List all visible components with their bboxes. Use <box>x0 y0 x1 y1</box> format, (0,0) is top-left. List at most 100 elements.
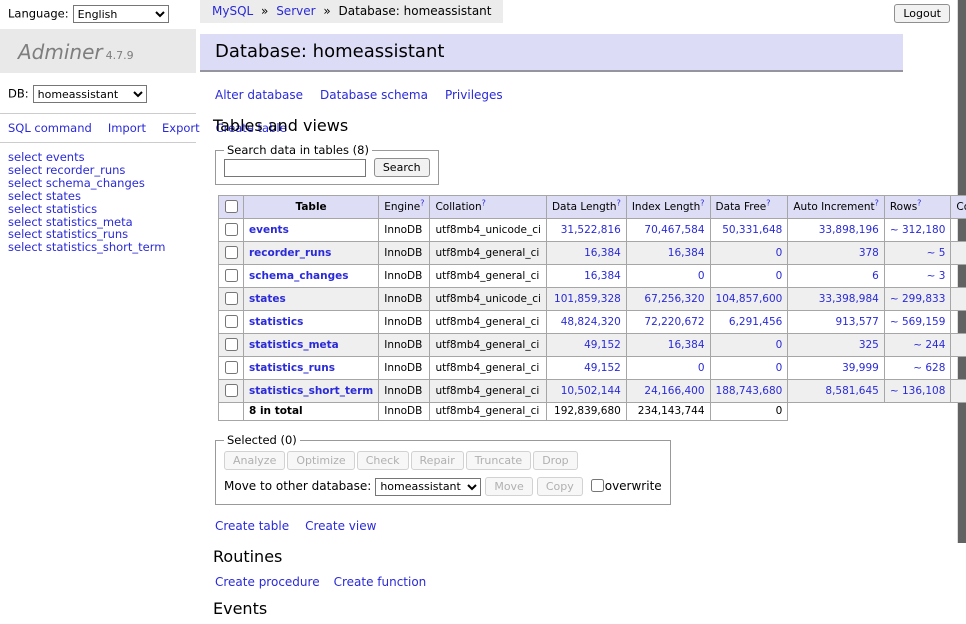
rows-link[interactable]: ~ 299,833 <box>890 293 946 305</box>
sidebar-action-link[interactable]: Import <box>108 121 146 135</box>
optimize-button[interactable]: Optimize <box>287 451 354 470</box>
sidebar-table-link[interactable]: statistics_meta <box>46 215 133 229</box>
auto-increment-link[interactable]: 33,398,984 <box>819 293 879 305</box>
search-input[interactable] <box>224 159 366 177</box>
index-length-link[interactable]: 0 <box>698 270 705 282</box>
move-database-select[interactable]: homeassistant <box>375 478 481 496</box>
auto-increment-link[interactable]: 913,577 <box>835 316 878 328</box>
move-button[interactable]: Move <box>485 477 533 496</box>
rows-link[interactable]: ~ 5 <box>927 247 946 259</box>
sidebar-table-link[interactable]: statistics_short_term <box>46 240 166 254</box>
row-checkbox[interactable] <box>225 223 238 236</box>
data-free-link[interactable]: 0 <box>776 362 783 374</box>
create-link[interactable]: Create view <box>305 519 376 533</box>
table-name-link[interactable]: states <box>249 293 286 305</box>
table-name-link[interactable]: events <box>249 224 289 236</box>
table-name-link[interactable]: recorder_runs <box>249 247 331 259</box>
database-action-link[interactable]: Privileges <box>445 88 503 102</box>
row-checkbox[interactable] <box>225 269 238 282</box>
data-free-link[interactable]: 0 <box>776 270 783 282</box>
auto-increment-link[interactable]: 378 <box>859 247 879 259</box>
help-link[interactable]: ? <box>766 198 770 207</box>
data-length-link[interactable]: 48,824,320 <box>561 316 621 328</box>
auto-increment-link[interactable]: 8,581,645 <box>825 385 878 397</box>
select-link[interactable]: select <box>8 176 42 190</box>
data-free-link[interactable]: 0 <box>776 247 783 259</box>
table-name-link[interactable]: statistics_runs <box>249 362 335 374</box>
data-free-link[interactable]: 0 <box>776 339 783 351</box>
select-all-checkbox[interactable] <box>225 200 238 213</box>
db-select[interactable]: homeassistant <box>33 85 147 103</box>
index-length-link[interactable]: 0 <box>698 362 705 374</box>
drop-button[interactable]: Drop <box>533 451 577 470</box>
app-name[interactable]: Adminer <box>18 40 103 64</box>
row-checkbox[interactable] <box>225 338 238 351</box>
data-free-link[interactable]: 188,743,680 <box>716 385 783 397</box>
select-link[interactable]: select <box>8 150 42 164</box>
row-checkbox[interactable] <box>225 246 238 259</box>
rows-link[interactable]: ~ 244 <box>913 339 945 351</box>
data-free-link[interactable]: 50,331,648 <box>722 224 782 236</box>
auto-increment-link[interactable]: 33,898,196 <box>819 224 879 236</box>
select-link[interactable]: select <box>8 189 42 203</box>
data-length-link[interactable]: 101,859,328 <box>554 293 621 305</box>
select-link[interactable]: select <box>8 227 42 241</box>
sidebar-table-link[interactable]: states <box>46 189 81 203</box>
rows-link[interactable]: ~ 312,180 <box>890 224 946 236</box>
create-link[interactable]: Create table <box>215 519 289 533</box>
row-checkbox[interactable] <box>225 292 238 305</box>
data-length-link[interactable]: 31,522,816 <box>561 224 621 236</box>
index-length-link[interactable]: 24,166,400 <box>644 385 704 397</box>
auto-increment-link[interactable]: 6 <box>872 270 879 282</box>
rows-link[interactable]: ~ 569,159 <box>890 316 946 328</box>
index-length-link[interactable]: 72,220,672 <box>644 316 704 328</box>
index-length-link[interactable]: 67,256,320 <box>644 293 704 305</box>
overwrite-checkbox[interactable] <box>591 479 604 492</box>
help-link[interactable]: ? <box>617 198 621 207</box>
auto-increment-link[interactable]: 39,999 <box>842 362 879 374</box>
select-link[interactable]: select <box>8 215 42 229</box>
check-button[interactable]: Check <box>357 451 409 470</box>
sidebar-action-link[interactable]: SQL command <box>8 121 92 135</box>
row-checkbox[interactable] <box>225 315 238 328</box>
copy-button[interactable]: Copy <box>537 477 583 496</box>
select-link[interactable]: select <box>8 240 42 254</box>
help-link[interactable]: ? <box>875 198 879 207</box>
data-length-link[interactable]: 49,152 <box>584 362 621 374</box>
rows-link[interactable]: ~ 136,108 <box>890 385 946 397</box>
sidebar-action-link[interactable]: Export <box>162 121 200 135</box>
data-free-link[interactable]: 104,857,600 <box>716 293 783 305</box>
sidebar-table-link[interactable]: schema_changes <box>46 176 145 190</box>
breadcrumb-link[interactable]: Server <box>276 4 315 18</box>
sidebar-table-link[interactable]: recorder_runs <box>46 163 126 177</box>
auto-increment-link[interactable]: 325 <box>859 339 879 351</box>
routine-create-link[interactable]: Create procedure <box>215 575 320 589</box>
sidebar-table-link[interactable]: statistics_runs <box>46 227 128 241</box>
rows-link[interactable]: ~ 3 <box>927 270 946 282</box>
table-name-link[interactable]: statistics_short_term <box>249 385 373 397</box>
help-link[interactable]: ? <box>482 198 486 207</box>
analyze-button[interactable]: Analyze <box>224 451 285 470</box>
table-name-link[interactable]: statistics <box>249 316 303 328</box>
index-length-link[interactable]: 70,467,584 <box>644 224 704 236</box>
search-button[interactable]: Search <box>374 158 430 177</box>
index-length-link[interactable]: 16,384 <box>668 247 705 259</box>
index-length-link[interactable]: 16,384 <box>668 339 705 351</box>
data-length-link[interactable]: 49,152 <box>584 339 621 351</box>
breadcrumb-link[interactable]: MySQL <box>212 4 253 18</box>
help-link[interactable]: ? <box>420 198 424 207</box>
help-link[interactable]: ? <box>700 198 704 207</box>
data-free-link[interactable]: 6,291,456 <box>729 316 782 328</box>
select-link[interactable]: select <box>8 163 42 177</box>
routine-create-link[interactable]: Create function <box>334 575 427 589</box>
row-checkbox[interactable] <box>225 361 238 374</box>
data-length-link[interactable]: 16,384 <box>584 247 621 259</box>
help-link[interactable]: ? <box>917 198 921 207</box>
sidebar-table-link[interactable]: events <box>46 150 85 164</box>
database-action-link[interactable]: Alter database <box>215 88 303 102</box>
rows-link[interactable]: ~ 628 <box>913 362 945 374</box>
data-length-link[interactable]: 10,502,144 <box>561 385 621 397</box>
data-length-link[interactable]: 16,384 <box>584 270 621 282</box>
select-link[interactable]: select <box>8 202 42 216</box>
sidebar-table-link[interactable]: statistics <box>46 202 97 216</box>
